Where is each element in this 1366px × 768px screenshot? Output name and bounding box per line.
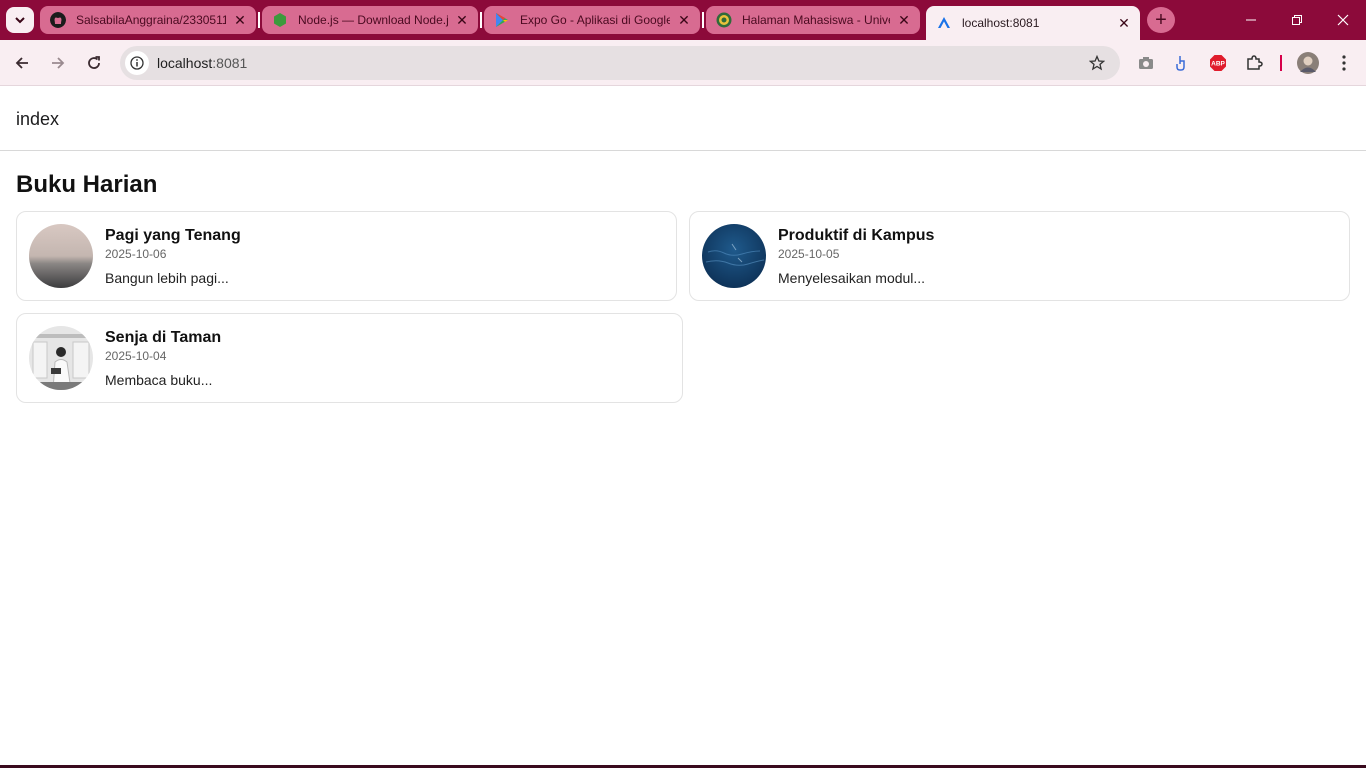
screen-title: index [16, 109, 60, 129]
tab-title: localhost:8081 [962, 16, 1040, 30]
tab-separator [702, 12, 704, 28]
entry-thumbnail [29, 224, 93, 288]
puzzle-icon [1247, 55, 1263, 70]
diary-card[interactable]: Produktif di Kampus 2025-10-05 Menyelesa… [689, 211, 1350, 301]
entry-thumbnail [702, 224, 766, 288]
bookmark-button[interactable] [1082, 48, 1112, 78]
screenshot-extension[interactable] [1134, 51, 1158, 75]
close-tab-icon[interactable]: ✕ [232, 12, 248, 28]
entry-excerpt: Membaca buku... [105, 372, 213, 388]
university-seal-icon [716, 12, 732, 28]
nodejs-icon [274, 13, 286, 27]
entry-title: Produktif di Kampus [778, 227, 935, 244]
toolbar-divider [1280, 55, 1282, 71]
entry-date: 2025-10-04 [105, 349, 167, 363]
github-icon [50, 12, 66, 28]
adblock-plus-icon: ABP [1210, 55, 1226, 71]
minimize-button[interactable] [1228, 0, 1274, 40]
close-tab-icon[interactable]: ✕ [1116, 15, 1132, 31]
url-port: :8081 [212, 55, 248, 71]
back-button[interactable] [7, 48, 37, 78]
hand-extension[interactable] [1170, 51, 1194, 75]
tab-title: Node.js — Download Node.js [298, 13, 448, 27]
entry-thumbnail [29, 326, 93, 390]
entry-excerpt: Bangun lebih pagi... [105, 270, 229, 286]
arrow-right-icon [52, 57, 65, 69]
tab-separator [258, 12, 260, 28]
profile-button[interactable] [1296, 51, 1320, 75]
entry-excerpt: Menyelesaikan modul... [778, 270, 926, 286]
tab-search-button[interactable] [6, 7, 34, 33]
misty-sea-photo [29, 224, 93, 288]
close-tab-icon[interactable]: ✕ [454, 12, 470, 28]
app-header: index [0, 87, 1366, 151]
tab-separator [480, 12, 482, 28]
svg-text:ABP: ABP [1211, 61, 1225, 68]
expo-icon [938, 17, 950, 28]
browser-menu-button[interactable] [1332, 51, 1356, 75]
tab-nodejs[interactable]: Node.js — Download Node.js ✕ [262, 6, 478, 34]
close-tab-icon[interactable]: ✕ [896, 12, 912, 28]
adblock-extension[interactable]: ABP [1206, 51, 1230, 75]
url-host: localhost [157, 55, 213, 71]
person-at-window-photo [29, 326, 93, 390]
minimize-icon [1246, 19, 1256, 21]
new-tab-button[interactable]: + [1147, 7, 1175, 33]
more-vertical-icon [1342, 55, 1346, 71]
url-text[interactable]: localhost:8081 [157, 55, 1082, 71]
close-icon [1337, 14, 1349, 26]
entry-title: Senja di Taman [105, 329, 222, 346]
page-title: Buku Harian [16, 171, 158, 198]
tab-localhost[interactable]: localhost:8081 ✕ [926, 6, 1140, 40]
tab-university[interactable]: Halaman Mahasiswa - Universitas ✕ [706, 6, 920, 34]
browser-title-bar: SalsabilaAnggraina/2330511 ✕ Node.js — D… [0, 0, 1366, 40]
restore-icon [1292, 15, 1302, 25]
star-icon [1089, 55, 1105, 71]
extensions-button[interactable] [1242, 51, 1266, 75]
diary-card[interactable]: Pagi yang Tenang 2025-10-06 Bangun lebih… [16, 211, 677, 301]
camera-icon [1139, 57, 1153, 69]
reload-icon [88, 56, 100, 69]
address-bar[interactable]: localhost:8081 [120, 46, 1120, 80]
restore-button[interactable] [1274, 0, 1320, 40]
tab-google-play[interactable]: Expo Go - Aplikasi di Google Play ✕ [484, 6, 700, 34]
tab-title: Halaman Mahasiswa - Universitas [742, 13, 890, 27]
google-play-icon [496, 13, 508, 27]
tab-title: SalsabilaAnggraina/2330511 [76, 13, 226, 27]
browser-toolbar: localhost:8081 ABP [0, 40, 1366, 86]
entry-date: 2025-10-05 [778, 247, 840, 261]
site-info-button[interactable] [125, 51, 149, 75]
avatar [1297, 52, 1319, 74]
forward-button[interactable] [43, 48, 73, 78]
entry-title: Pagi yang Tenang [105, 227, 241, 244]
deep-blue-water-photo [702, 224, 766, 288]
arrow-left-icon [15, 57, 28, 69]
info-icon [130, 56, 144, 70]
chevron-down-icon [15, 17, 25, 24]
close-window-button[interactable] [1320, 0, 1366, 40]
plus-icon: + [1155, 8, 1167, 31]
reload-button[interactable] [79, 48, 109, 78]
hand-pointer-icon [1176, 56, 1185, 71]
diary-card[interactable]: Senja di Taman 2025-10-04 Membaca buku..… [16, 313, 683, 403]
entry-date: 2025-10-06 [105, 247, 167, 261]
tab-title: Expo Go - Aplikasi di Google Play [520, 13, 670, 27]
close-tab-icon[interactable]: ✕ [676, 12, 692, 28]
tab-github[interactable]: SalsabilaAnggraina/2330511 ✕ [40, 6, 256, 34]
